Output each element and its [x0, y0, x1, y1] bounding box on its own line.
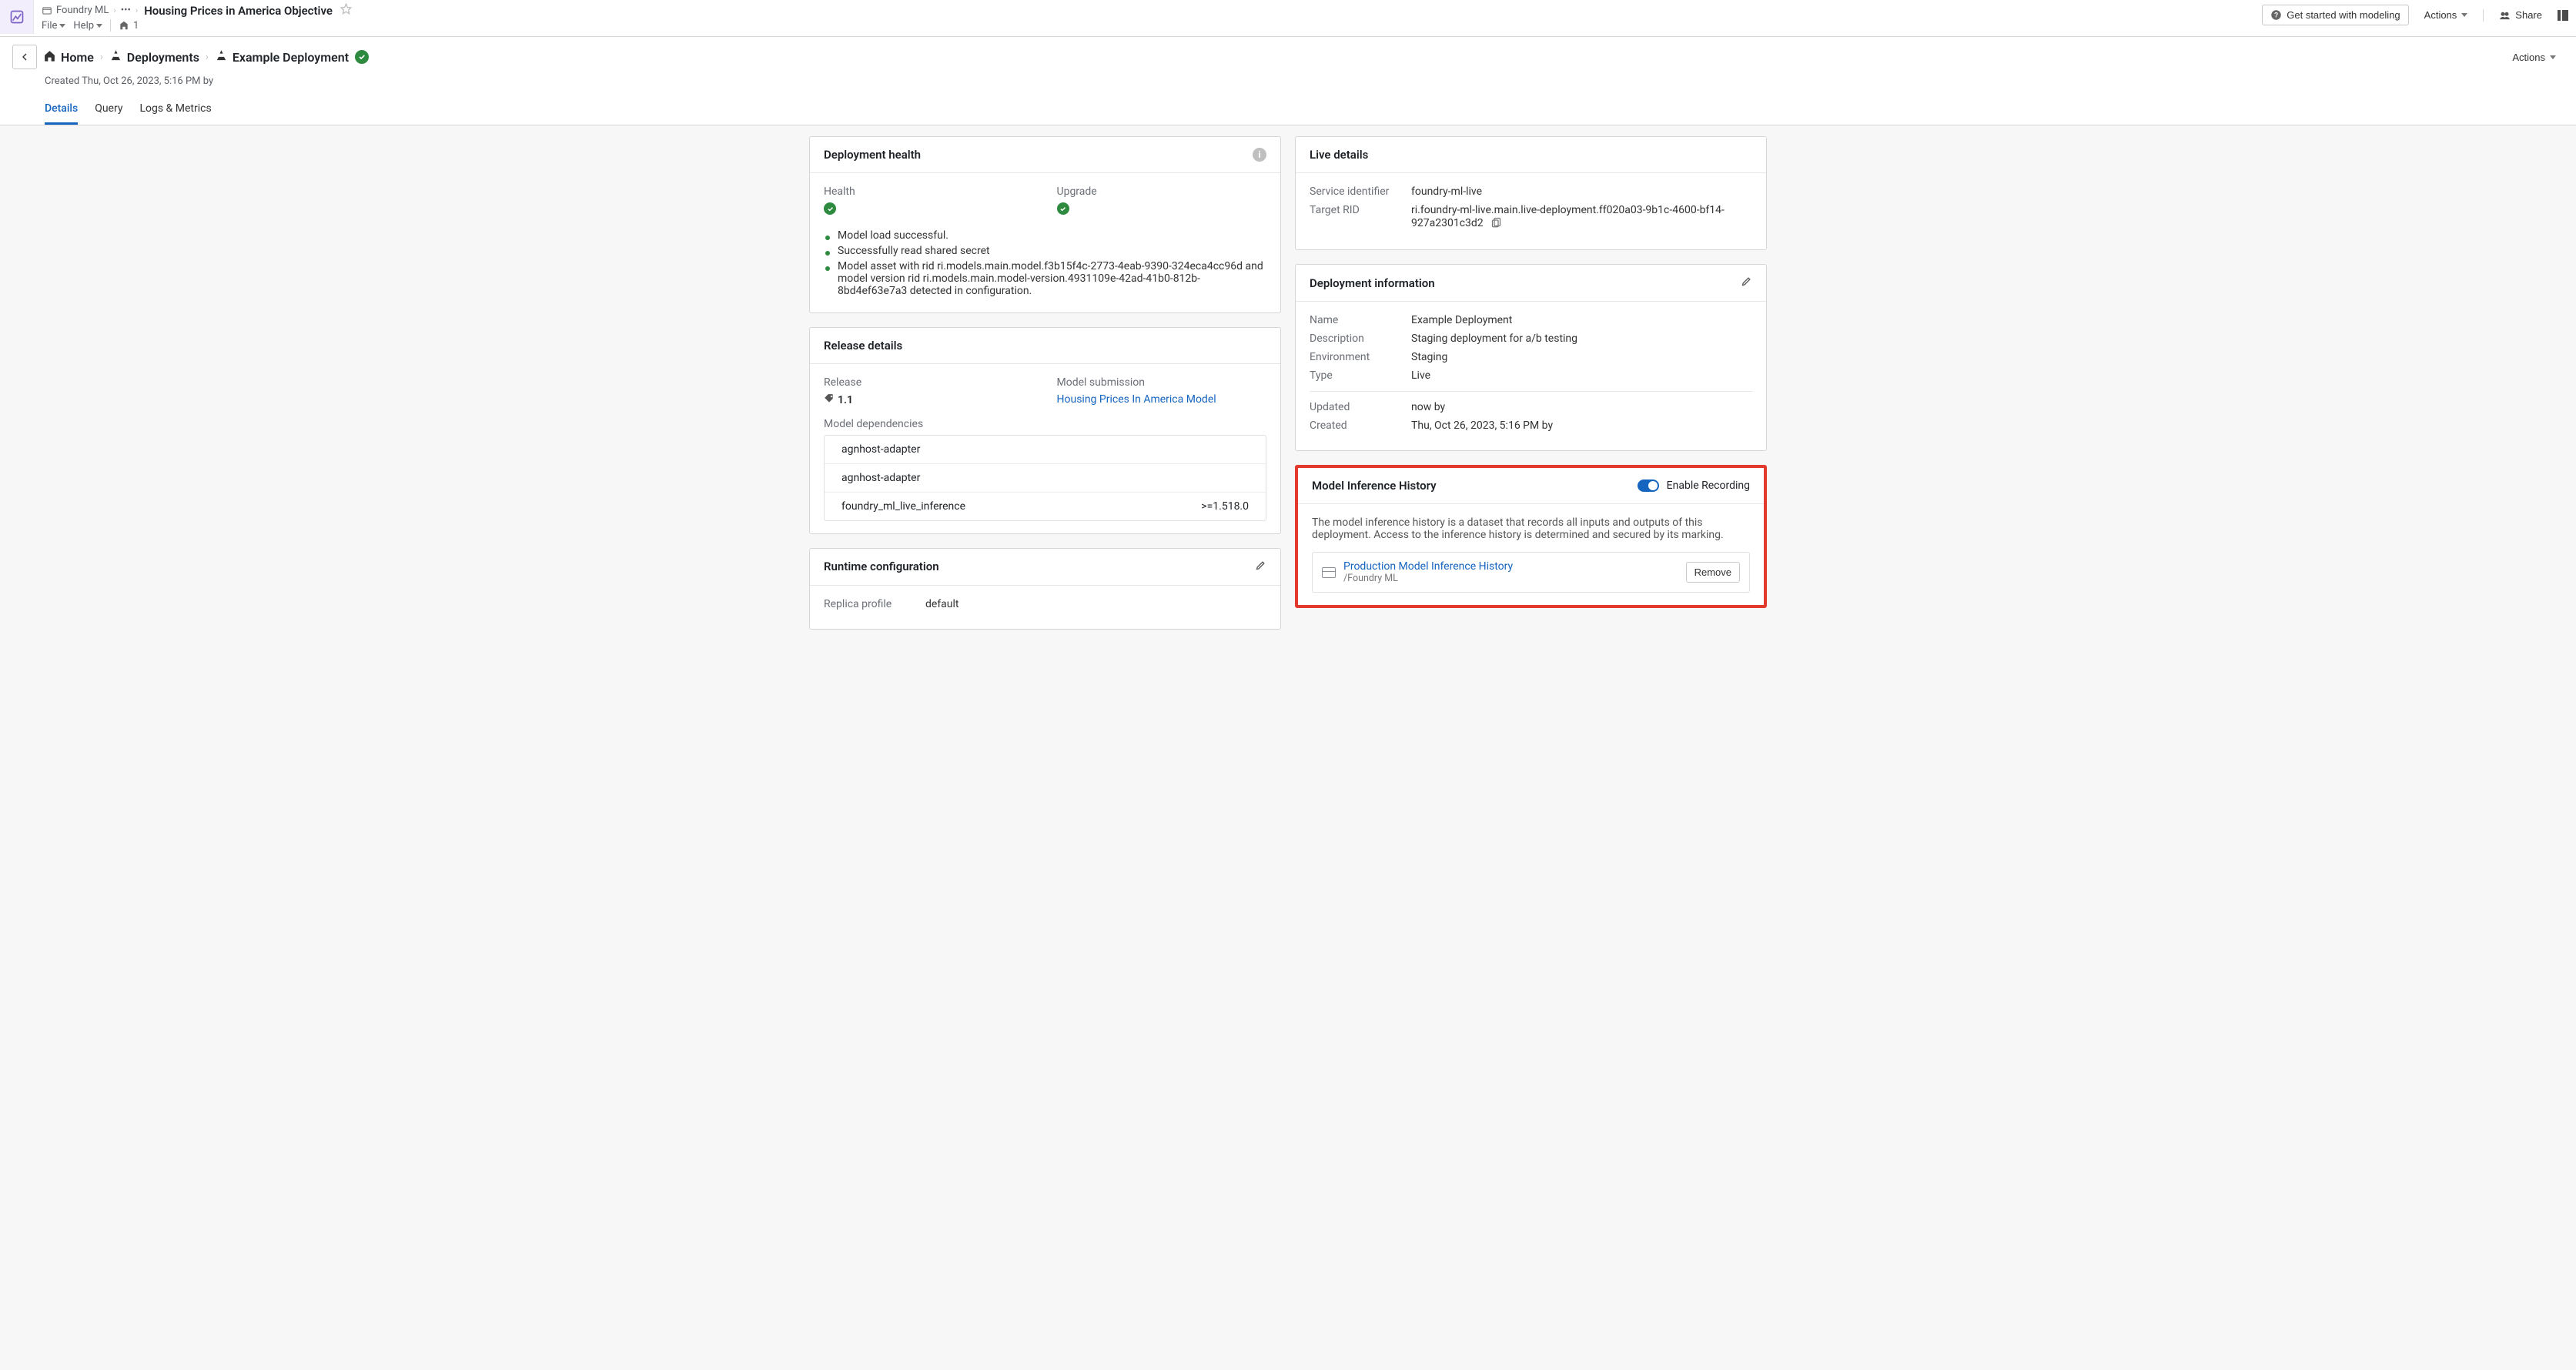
edit-icon[interactable] — [1255, 560, 1266, 574]
divider — [110, 19, 111, 32]
enable-recording-toggle[interactable] — [1638, 480, 1659, 492]
upgrade-ok-icon — [1057, 202, 1069, 215]
share-button[interactable]: Share — [2491, 5, 2550, 25]
page-header: Home › Deployments › Example Deployment … — [0, 37, 2576, 125]
label-service: Service identifier — [1310, 185, 1402, 198]
dependency-row: foundry_ml_live_inference>=1.518.0 — [825, 493, 1266, 520]
dependency-table: agnhost-adapter agnhost-adapter foundry_… — [824, 435, 1266, 521]
caret-down-icon — [2550, 55, 2556, 59]
card-title: Release details — [824, 339, 902, 353]
history-dataset-path: /Foundry ML — [1343, 573, 1678, 584]
card-runtime: Runtime configuration Replica profile de… — [809, 548, 1281, 630]
dependency-row: agnhost-adapter — [825, 436, 1266, 464]
release-version: 1.1 — [838, 394, 853, 406]
caret-down-icon — [96, 24, 102, 28]
card-live: Live details Service identifier foundry-… — [1295, 136, 1767, 250]
card-title: Model Inference History — [1312, 479, 1437, 493]
tab-logs[interactable]: Logs & Metrics — [139, 98, 211, 125]
caret-down-icon — [59, 24, 65, 28]
edit-icon[interactable] — [1741, 276, 1752, 290]
card-title: Runtime configuration — [824, 560, 939, 573]
tabs: Details Query Logs & Metrics — [45, 98, 2564, 125]
remove-button[interactable]: Remove — [1686, 562, 1740, 583]
tab-query[interactable]: Query — [95, 98, 122, 125]
chevron-right-icon: › — [113, 5, 115, 15]
label-deps: Model dependencies — [824, 418, 1266, 430]
crumb-root[interactable]: Foundry ML — [42, 5, 109, 16]
card-health: Deployment health i Health Upgrade Model… — [809, 136, 1281, 313]
tag-icon — [824, 393, 835, 407]
health-message: Model asset with rid ri.models.main.mode… — [824, 260, 1266, 297]
linked-dataset: Production Model Inference History /Foun… — [1312, 552, 1750, 593]
crumb-ellipsis[interactable]: ••• — [121, 5, 131, 16]
divider — [2483, 9, 2484, 22]
dependency-row: agnhost-adapter — [825, 464, 1266, 493]
get-started-button[interactable]: ? Get started with modeling — [2262, 5, 2408, 25]
star-icon[interactable] — [340, 3, 352, 18]
card-title: Deployment health — [824, 148, 921, 162]
page-title: Housing Prices in America Objective — [144, 4, 333, 18]
card-info: Deployment information NameExample Deplo… — [1295, 264, 1767, 451]
toggle-label: Enable Recording — [1667, 480, 1750, 492]
chevron-right-icon: › — [206, 52, 209, 63]
right-column: Live details Service identifier foundry-… — [1295, 136, 1767, 608]
page-actions-menu[interactable]: Actions — [2504, 48, 2564, 67]
health-message: Successfully read shared secret — [824, 245, 1266, 257]
submission-link[interactable]: Housing Prices In America Model — [1057, 393, 1216, 406]
chevron-right-icon: › — [135, 5, 138, 15]
info-icon[interactable]: i — [1253, 148, 1266, 162]
replica-value: default — [925, 598, 1266, 610]
dataset-icon — [1322, 567, 1336, 578]
caret-down-icon — [2461, 13, 2467, 17]
app-logo-icon[interactable] — [0, 0, 34, 34]
card-release: Release details Release 1.1 Model submis… — [809, 327, 1281, 534]
rid-value: ri.foundry-ml-live.main.live-deployment.… — [1411, 204, 1752, 231]
breadcrumb-current: Example Deployment — [215, 49, 349, 65]
app-bar: Foundry ML › ••• › Housing Prices in Ame… — [0, 0, 2576, 37]
service-value: foundry-ml-live — [1411, 185, 1752, 198]
panel-toggle-icon[interactable] — [2558, 10, 2568, 21]
help-menu[interactable]: Help — [73, 20, 102, 32]
back-button[interactable] — [12, 45, 37, 69]
health-messages: Model load successful. Successfully read… — [824, 229, 1266, 297]
copy-icon[interactable] — [1490, 216, 1502, 231]
health-message: Model load successful. — [824, 229, 1266, 242]
card-title: Deployment information — [1310, 276, 1435, 290]
status-ok-icon — [355, 50, 369, 64]
left-column: Deployment health i Health Upgrade Model… — [809, 136, 1281, 630]
label-rid: Target RID — [1310, 204, 1402, 216]
label-health: Health — [824, 185, 1034, 198]
card-inference-history: Model Inference History Enable Recording… — [1295, 465, 1767, 608]
divider — [1310, 391, 1752, 392]
breadcrumb-deployments[interactable]: Deployments — [109, 49, 199, 65]
card-title: Live details — [1310, 148, 1368, 162]
created-meta: Created Thu, Oct 26, 2023, 5:16 PM by — [45, 75, 2564, 87]
label-submission: Model submission — [1057, 376, 1267, 389]
tab-details[interactable]: Details — [45, 98, 78, 125]
label-release: Release — [824, 376, 1034, 389]
collaborators[interactable]: 1 — [119, 20, 139, 32]
chevron-right-icon: › — [100, 52, 103, 63]
file-menu[interactable]: File — [42, 20, 65, 32]
label-upgrade: Upgrade — [1057, 185, 1267, 198]
history-description: The model inference history is a dataset… — [1312, 516, 1750, 541]
actions-menu[interactable]: Actions — [2417, 5, 2476, 25]
history-dataset-link[interactable]: Production Model Inference History — [1343, 560, 1678, 573]
main-content: Deployment health i Health Upgrade Model… — [795, 125, 1781, 640]
breadcrumb-home[interactable]: Home — [43, 49, 94, 65]
svg-text:?: ? — [2274, 12, 2278, 19]
health-ok-icon — [824, 202, 836, 215]
label-replica: Replica profile — [824, 598, 916, 610]
